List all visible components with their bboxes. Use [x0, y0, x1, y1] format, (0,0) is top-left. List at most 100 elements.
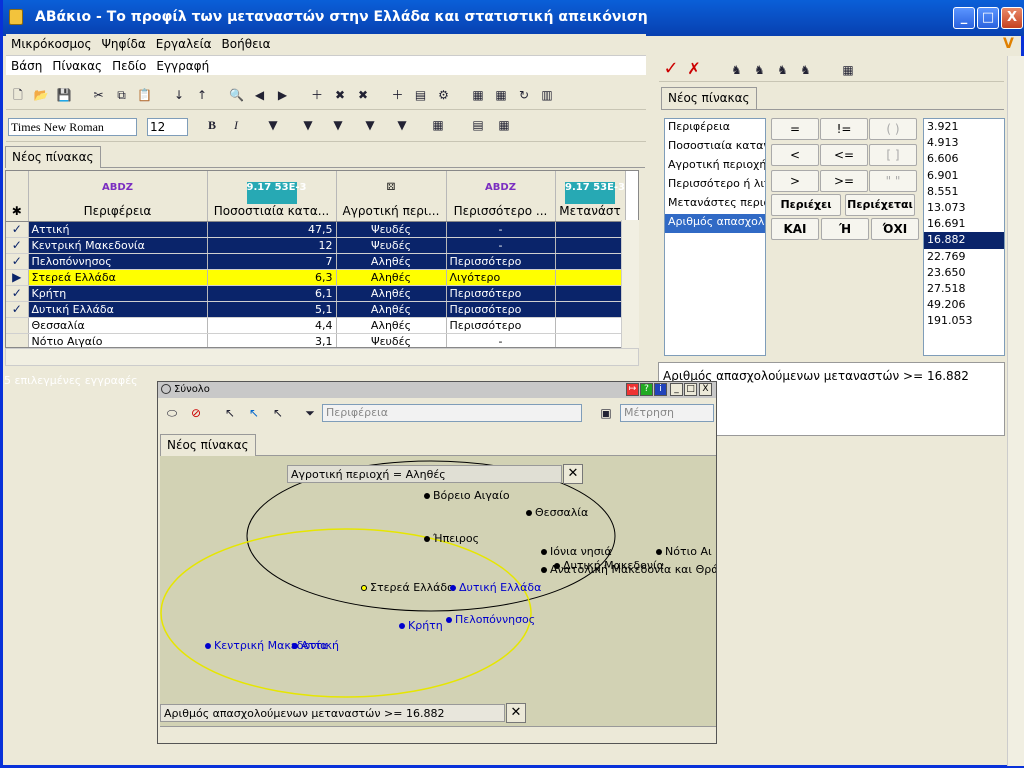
group-field-select[interactable]: Περιφέρεια — [322, 404, 582, 422]
pin-icon[interactable]: ↦ — [626, 383, 639, 396]
field-list-item[interactable]: Μετανάστες περιφέ — [665, 195, 765, 214]
row-selector[interactable]: ✓ — [6, 253, 29, 270]
point-thessalia[interactable]: Θεσσαλία — [526, 506, 588, 519]
field-properties-icon[interactable]: ▤ — [411, 85, 431, 105]
table-cell[interactable]: Αληθές — [336, 285, 447, 302]
table-cell[interactable]: Αληθές — [336, 301, 447, 318]
font-select[interactable]: Times New Roman — [8, 118, 137, 136]
point-ipeiros[interactable]: Ήπειρος — [424, 532, 479, 545]
table-cell[interactable] — [555, 253, 626, 270]
field-list[interactable]: Περιφέρεια Ποσοστιαία κατανο Αγροτική περι… — [664, 118, 766, 356]
remove-filter1-button[interactable]: ✕ — [563, 464, 583, 484]
value-list-item[interactable]: 6.901 — [924, 168, 1004, 184]
logic-button[interactable]: ΚΑΙ — [771, 218, 819, 240]
select-all-header[interactable]: ✱ — [6, 171, 29, 222]
row-selector[interactable]: ✓ — [6, 301, 29, 318]
brush-icon[interactable]: ▼ — [392, 115, 412, 135]
tab-query-new-table[interactable]: Νέος πίνακας — [661, 87, 757, 109]
text-color-icon[interactable]: ▼ — [298, 115, 318, 135]
query-icon[interactable]: ♞ — [727, 60, 747, 80]
cancel-x-icon[interactable]: ✗ — [684, 59, 704, 79]
add-field-icon[interactable]: ＋ — [388, 85, 408, 105]
filter-icon[interactable]: ⏷ — [300, 403, 320, 423]
field-list-item[interactable]: Αγροτική περιοχή — [665, 157, 765, 176]
set-close-button[interactable]: X — [699, 383, 712, 396]
point-anatoliki-makedonia[interactable]: Ανατολική Μακεδονία και Θρά — [541, 563, 716, 576]
new-file-icon[interactable]: 🗋 — [8, 85, 28, 105]
table-cell[interactable] — [555, 285, 626, 302]
row-selector[interactable] — [6, 317, 29, 334]
table-row[interactable]: ✓ Κεντρική Μακεδονία 12 Ψευδές - — [6, 237, 626, 254]
table-cell[interactable] — [555, 301, 626, 318]
table-cell[interactable]: Αληθές — [336, 253, 447, 270]
menu-voitheia[interactable]: Βοήθεια — [217, 34, 276, 54]
measure-field[interactable]: Μέτρηση — [620, 404, 714, 422]
table-row[interactable]: ✓ Αττική 47,5 Ψευδές - — [6, 221, 626, 238]
table-row[interactable]: Θεσσαλία 4,4 Αληθές Περισσότερο — [6, 317, 626, 334]
delete-selected-icon[interactable]: ✖ — [353, 85, 373, 105]
bold-icon[interactable]: B — [202, 115, 222, 135]
sort-descending-icon[interactable]: ↑ — [192, 85, 212, 105]
find-icon[interactable]: 🔍 — [227, 85, 247, 105]
table-cell[interactable]: Περισσότερο — [446, 301, 556, 318]
operator-button[interactable]: > — [771, 170, 819, 192]
fill-color-icon[interactable]: ▼ — [263, 115, 283, 135]
grid-format-icon[interactable]: ▦ — [494, 115, 514, 135]
value-list[interactable]: 3.921 4.913 6.606 6.901 8.551 13.073 16.691 16.… — [923, 118, 1005, 356]
table-row[interactable]: ✓ Δυτική Ελλάδα 5,1 Αληθές Περισσότερο — [6, 301, 626, 318]
refresh-icon[interactable]: ↻ — [514, 85, 534, 105]
maximize-button[interactable]: □ — [977, 7, 999, 29]
copy-icon[interactable]: ⧉ — [112, 85, 132, 105]
ellipse-icon[interactable]: ⬭ — [162, 403, 182, 423]
point-notio-aigaio[interactable]: Νότιο Αι — [656, 545, 712, 558]
table-cell[interactable] — [555, 237, 626, 254]
calculator-icon[interactable]: ▣ — [596, 403, 616, 423]
close-button[interactable]: X — [1001, 7, 1023, 29]
table-view-icon[interactable]: ▦ — [491, 85, 511, 105]
operator-button[interactable]: ( ) — [869, 118, 917, 140]
italic-icon[interactable]: I — [226, 115, 246, 135]
add-record-icon[interactable]: ＋ — [307, 85, 327, 105]
column-header-0[interactable]: ABDZ Περιφέρεια — [28, 171, 208, 222]
table-cell[interactable]: 6,1 — [207, 285, 337, 302]
table-cell[interactable]: 12 — [207, 237, 337, 254]
add-query-icon[interactable]: ♞ — [750, 60, 770, 80]
table-cell[interactable] — [555, 221, 626, 238]
remove-filter2-button[interactable]: ✕ — [506, 703, 526, 723]
value-list-item[interactable]: 16.691 — [924, 216, 1004, 232]
logic-button[interactable]: ΌΧΙ — [871, 218, 919, 240]
pointer-yellow-icon[interactable]: ↖ — [268, 403, 288, 423]
row-selector[interactable]: ✓ — [6, 237, 29, 254]
edit-query-icon[interactable]: ♞ — [796, 60, 816, 80]
info-icon[interactable]: i — [654, 383, 667, 396]
highlight-icon[interactable]: ▼ — [360, 115, 380, 135]
sort-ascending-icon[interactable]: ↓ — [169, 85, 189, 105]
column-header-1[interactable]: 9.17 53E-3 Ποσοστιαία κατα... — [207, 171, 337, 222]
value-list-item[interactable]: 191.053 — [924, 313, 1004, 329]
table-row[interactable]: ✓ Κρήτη 6,1 Αληθές Περισσότερο — [6, 285, 626, 302]
column-header-3[interactable]: ABDZ Περισσότερο ... — [446, 171, 556, 222]
table-cell[interactable]: - — [446, 333, 556, 347]
table-cell[interactable]: Αληθές — [336, 317, 447, 334]
form-view-icon[interactable]: ▦ — [468, 85, 488, 105]
save-icon[interactable]: 💾 — [54, 85, 74, 105]
table-cell[interactable]: Θεσσαλία — [28, 317, 208, 334]
table-cell[interactable]: 3,1 — [207, 333, 337, 347]
venn-canvas[interactable]: Αγροτική περιοχή = Αληθές ✕ Αριθμός απασ… — [160, 456, 716, 726]
remove-query-icon[interactable]: ♞ — [773, 60, 793, 80]
table-cell[interactable]: Νότιο Αιγαίο — [28, 333, 208, 347]
menu-eggrafi[interactable]: Εγγραφή — [151, 56, 214, 76]
cut-icon[interactable]: ✂ — [89, 85, 109, 105]
table-cell[interactable]: Λιγότερο — [446, 269, 556, 286]
field-list-item[interactable]: Περιφέρεια — [665, 119, 765, 138]
table-cell[interactable]: 47,5 — [207, 221, 337, 238]
field-list-item[interactable]: Αριθμός απασχολο — [665, 214, 765, 233]
main-vertical-scrollbar[interactable] — [1007, 56, 1024, 766]
value-list-item[interactable]: 23.650 — [924, 265, 1004, 281]
tab-set-new-table[interactable]: Νέος πίνακας — [160, 434, 256, 456]
operator-button[interactable]: = — [771, 118, 819, 140]
contains-button[interactable]: Περιέχει — [771, 194, 841, 216]
minimize-button[interactable]: _ — [953, 7, 975, 29]
table-cell[interactable]: Δυτική Ελλάδα — [28, 301, 208, 318]
logic-button[interactable]: Ή — [821, 218, 869, 240]
